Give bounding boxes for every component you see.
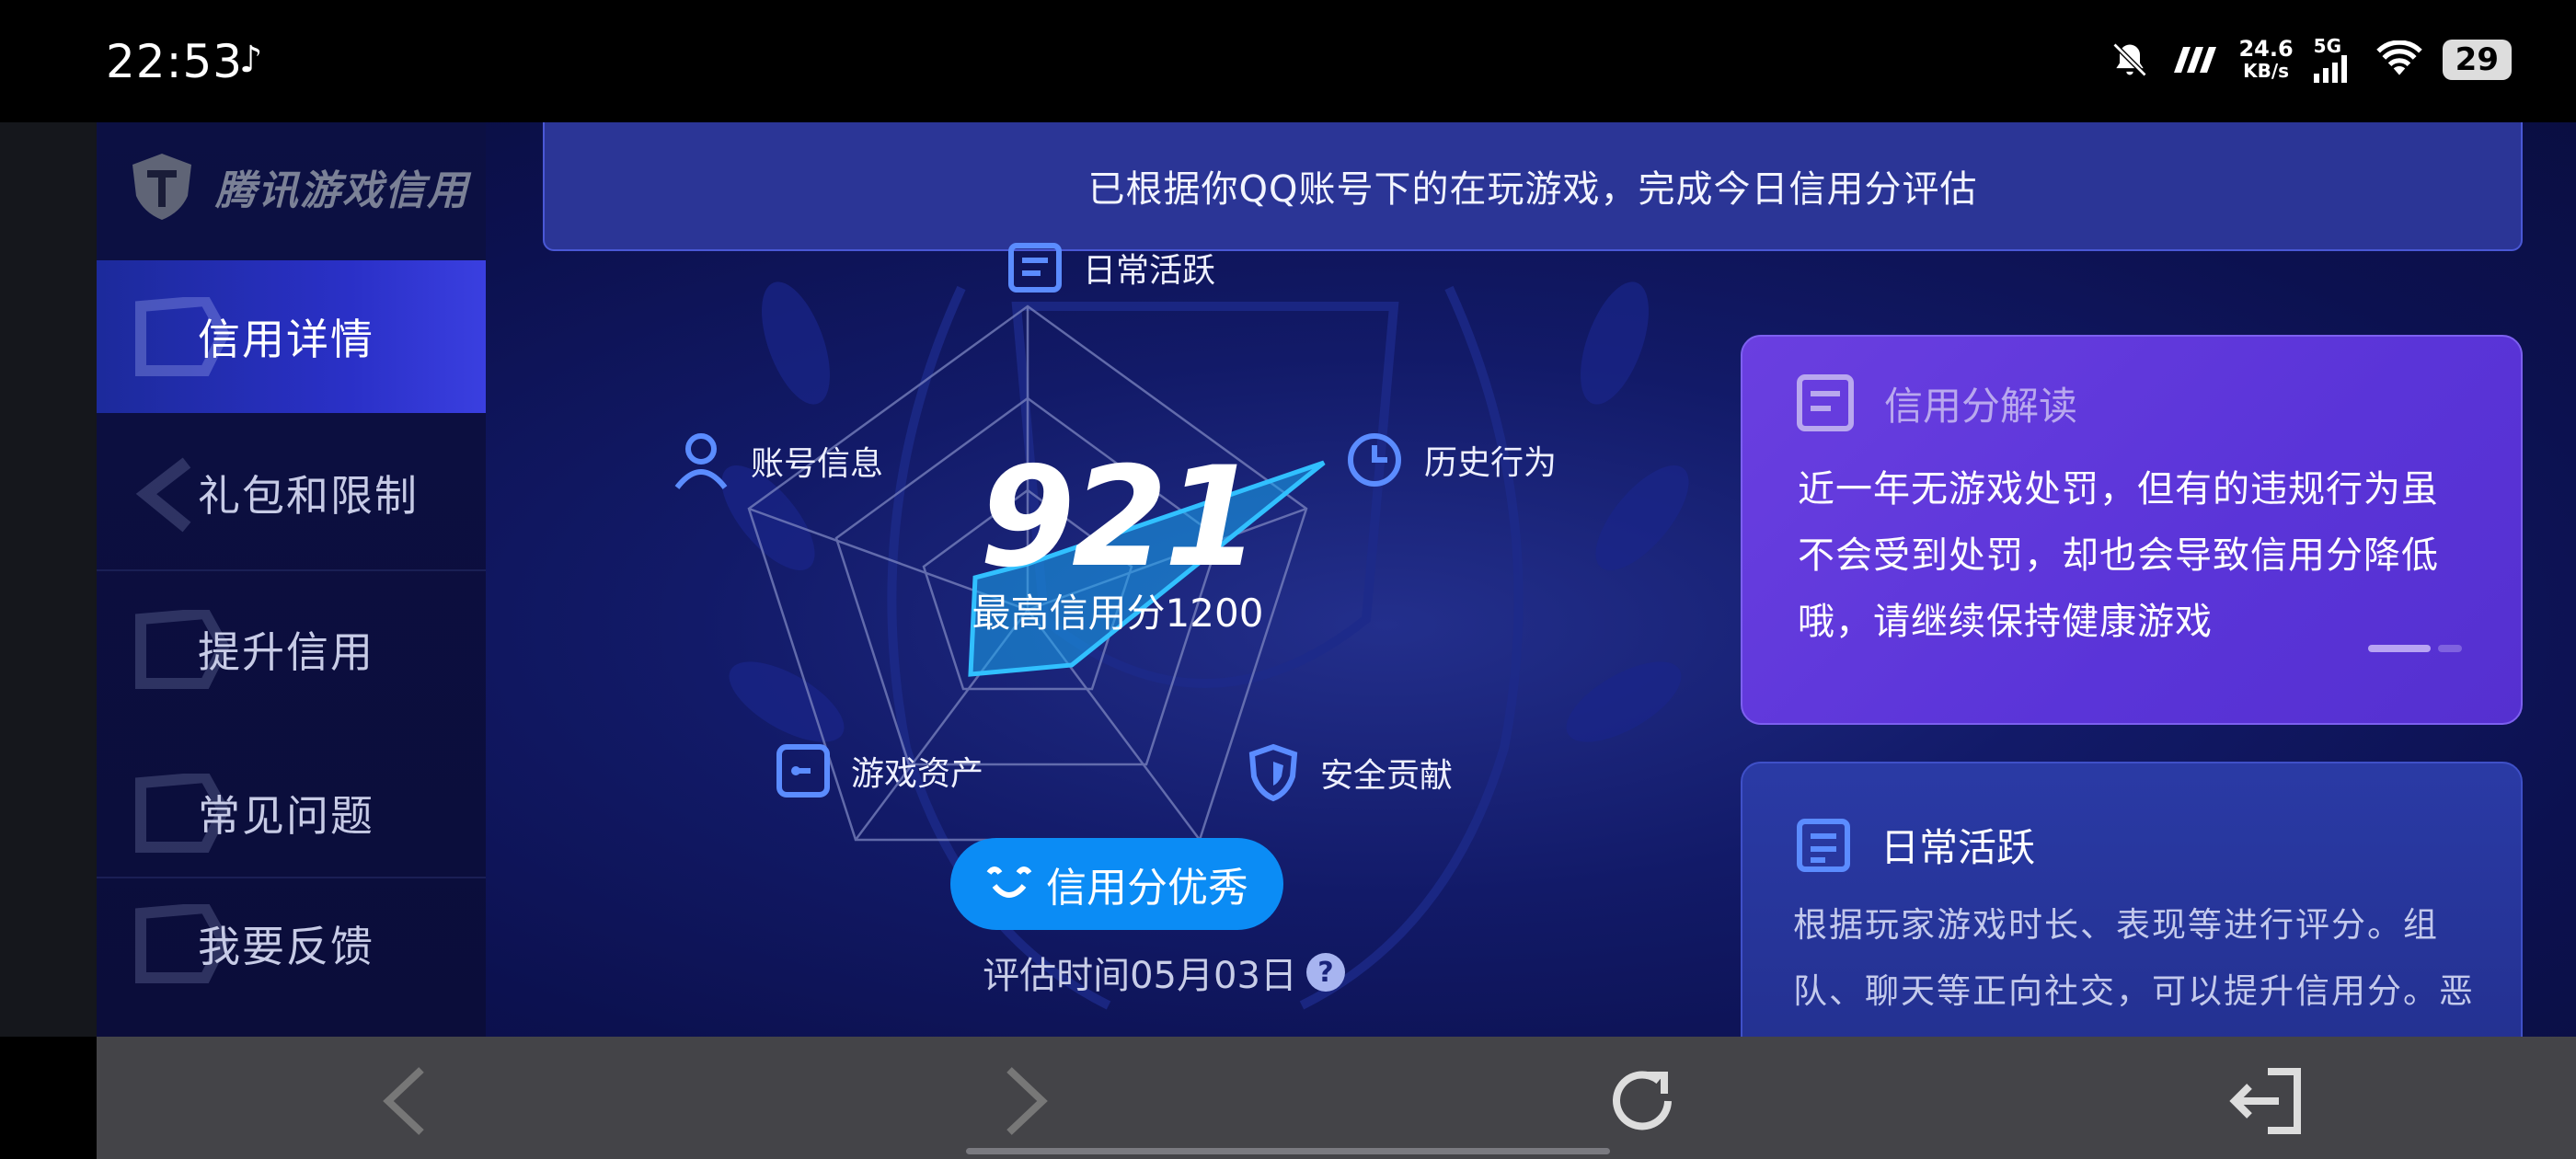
refresh-icon (1613, 1071, 1672, 1130)
sidebar-item-label: 我要反馈 (198, 922, 374, 971)
mute-bell-icon (2113, 42, 2147, 77)
sidebar-item-feedback[interactable]: 我要反馈 (97, 867, 486, 1020)
user-icon (674, 433, 728, 489)
forward-icon (1006, 1067, 1048, 1135)
exit-icon (2229, 1068, 2301, 1134)
sidebar-item-label: 常见问题 (198, 791, 374, 841)
credit-status-pill[interactable]: 信用分优秀 (950, 838, 1283, 930)
daily-activity-card: 日常活跃 根据玩家游戏时长、表现等进行评分。组队、聊天等正向社交，可以提升信用分… (1741, 762, 2523, 1037)
tiktok-icon: ♪ (239, 39, 263, 81)
sidebar: 腾讯游戏信用 信用详情 礼包和限制 提升信用 常见问题 我要反馈 (97, 122, 486, 1037)
clock: 22:53 (106, 35, 244, 88)
document-icon (1797, 374, 1854, 431)
brand-logo: 腾讯游戏信用 (129, 152, 469, 222)
shield-icon (1248, 743, 1298, 802)
status-pill-label: 信用分优秀 (1046, 865, 1248, 912)
sidebar-item-label: 信用详情 (198, 315, 374, 364)
evaluation-time: 评估时间05月03日 ? (925, 946, 1403, 999)
left-gutter (0, 122, 97, 1037)
home-indicator[interactable] (966, 1148, 1610, 1154)
clock-icon (1348, 433, 1401, 487)
sidebar-item-label: 礼包和限制 (198, 471, 419, 521)
card-body: 近一年无游戏处罚，但有的违规行为虽不会受到处罚，却也会导致信用分降低哦，请继续保… (1798, 468, 2439, 643)
shield-logo-icon (132, 154, 191, 220)
radar-label-daily[interactable]: 日常活跃 (1007, 242, 1215, 293)
signal-bars-icon (2313, 55, 2347, 83)
indicator-inactive (2438, 645, 2462, 652)
radar-label-security[interactable]: 安全贡献 (1247, 743, 1453, 802)
signal: 5G (2313, 37, 2356, 83)
radar-label-account[interactable]: 账号信息 (672, 430, 883, 491)
document-icon (1797, 818, 1850, 872)
status-bar: 22:53 ♪ 24.6 KB/s 5G 29 (0, 0, 2576, 122)
nfc-icon (2174, 47, 2217, 73)
document-icon (1008, 243, 1062, 293)
banner-text: 已根据你QQ账号下的在玩游戏，完成今日信用分评估 (1087, 168, 1978, 211)
carousel-indicator[interactable] (2368, 645, 2462, 652)
refresh-button[interactable] (1596, 1055, 1688, 1147)
net-speed: 24.6 KB/s (2238, 36, 2294, 82)
sidebar-item-label: 提升信用 (198, 627, 374, 677)
card-header: 日常活跃 (1796, 817, 2035, 873)
sidebar-item-gifts-limits[interactable]: 礼包和限制 (97, 417, 486, 569)
back-icon (383, 1067, 424, 1135)
indicator-active (2368, 645, 2431, 652)
card-title: 日常活跃 (1880, 825, 2036, 870)
card-title: 信用分解读 (1884, 383, 2078, 429)
credit-app: 腾讯游戏信用 信用详情 礼包和限制 提升信用 常见问题 我要反馈 已根据你QQ账… (97, 122, 2576, 1037)
wallet-icon (776, 744, 830, 798)
exit-button[interactable] (2222, 1055, 2314, 1147)
browser-bottom-nav (97, 1037, 2576, 1159)
smile-icon (986, 866, 1032, 898)
max-score-text: 最高信用分1200 (972, 591, 1264, 636)
divider (97, 569, 486, 571)
radar-label-history[interactable]: 历史行为 (1345, 430, 1557, 489)
card-header: 信用分解读 (1796, 373, 2077, 432)
radar-label-assets[interactable]: 游戏资产 (776, 743, 983, 798)
evaluation-banner: 已根据你QQ账号下的在玩游戏，完成今日信用分评估 (543, 122, 2523, 251)
card-body: 根据玩家游戏时长、表现等进行评分。组队、聊天等正向社交，可以提升信用分。恶 (1793, 905, 2475, 1011)
credit-score: 921 (979, 438, 1259, 598)
sidebar-item-credit-details[interactable]: 信用详情 (97, 260, 486, 413)
sidebar-item-improve-credit[interactable]: 提升信用 (97, 573, 486, 726)
battery-indicator: 29 (2442, 40, 2512, 80)
back-button[interactable] (359, 1055, 451, 1147)
credit-interpretation-card: 信用分解读 近一年无游戏处罚，但有的违规行为虽不会受到处罚，却也会导致信用分降低… (1741, 335, 2523, 725)
forward-button[interactable] (980, 1055, 1072, 1147)
wifi-icon (2375, 40, 2422, 75)
help-icon[interactable]: ? (1305, 953, 1345, 992)
